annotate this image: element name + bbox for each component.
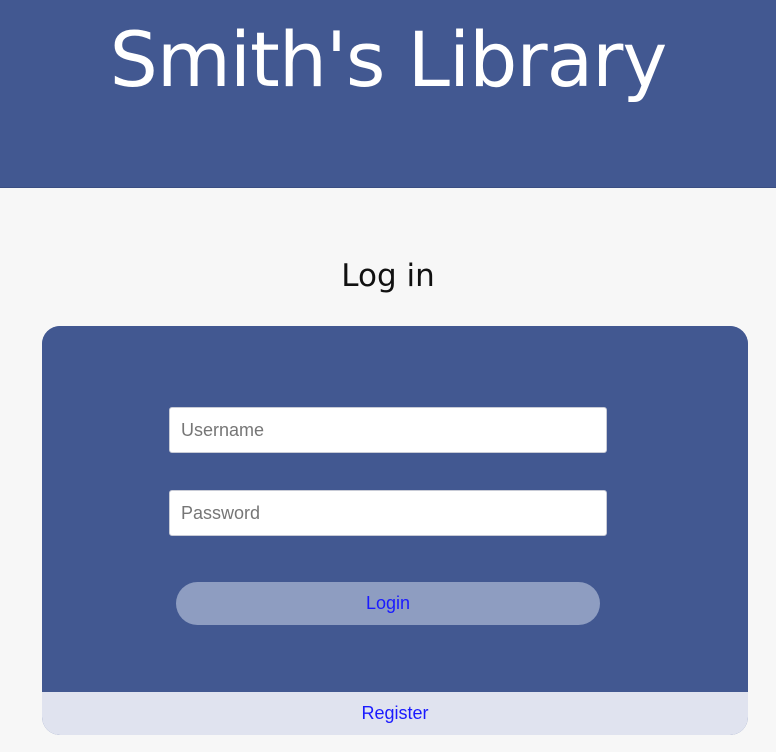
login-card-footer: Register — [42, 692, 748, 735]
login-form: Login — [42, 326, 748, 692]
page-title: Log in — [341, 258, 435, 294]
site-header: Smith's Library — [0, 0, 776, 188]
password-input[interactable] — [169, 490, 607, 536]
login-button[interactable]: Login — [176, 582, 600, 625]
register-link[interactable]: Register — [361, 703, 428, 723]
site-title: Smith's Library — [109, 15, 668, 104]
login-card: Login Register — [42, 326, 748, 735]
username-input[interactable] — [169, 407, 607, 453]
